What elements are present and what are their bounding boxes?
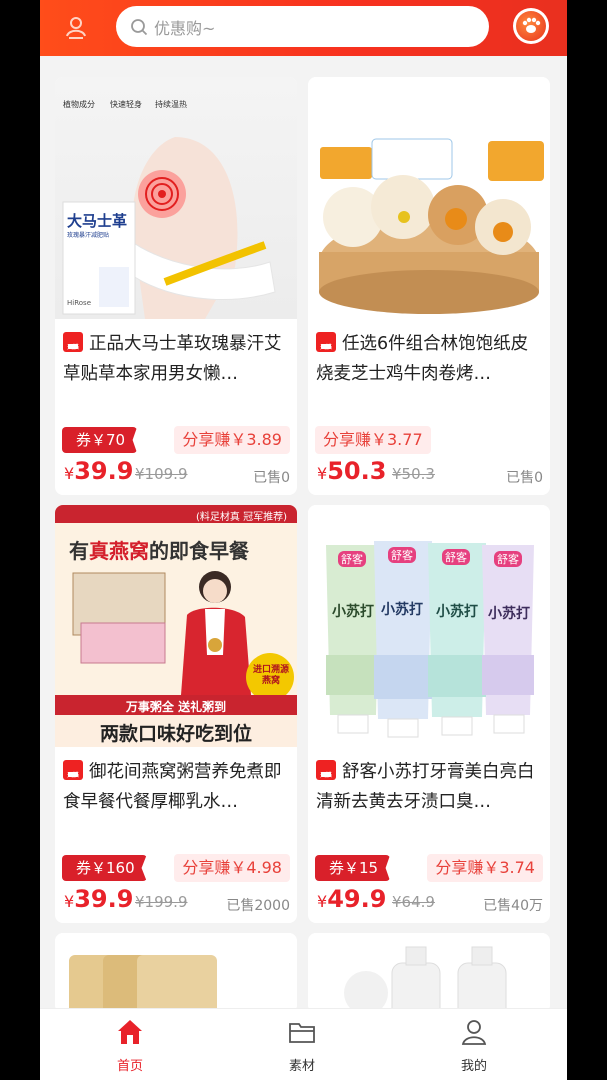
price: ¥39.9 (64, 457, 133, 485)
tube-product-name: 小苏打 (381, 602, 423, 618)
product-card[interactable]: 任选6件组合林饱饱纸皮烧麦芝士鸡牛肉卷烤… 分享赚￥3.77 ¥50.3 ¥50… (308, 77, 550, 495)
product-image: 舒客 舒客 舒客 舒客 小苏打 小苏打 小苏打 小苏打 (308, 505, 550, 747)
price-value: 50.3 (327, 457, 387, 485)
sold-count: 已售2000 (226, 898, 290, 914)
tmall-badge-icon (316, 332, 336, 363)
product-card-partial[interactable] (308, 933, 550, 1008)
product-title: 御花间燕窝粥营养免煮即食早餐代餐厚椰乳水… (63, 757, 289, 817)
product-image (55, 933, 297, 1008)
currency-symbol: ¥ (64, 892, 75, 911)
product-title-text: 舒客小苏打牙膏美白亮白清新去黄去牙渍口臭… (316, 762, 535, 812)
product-image: 植物成分 快速轻身 持续温热 大马士革 玫瑰暴汗减肥贴 HiRose (55, 77, 297, 319)
tube-product-name: 小苏打 (488, 606, 530, 622)
share-earn-badge[interactable]: 分享赚￥3.77 (315, 426, 431, 454)
price-value: 49.9 (327, 885, 387, 913)
top-header: 优惠购~ (40, 0, 567, 56)
user-center-button[interactable] (61, 12, 91, 42)
product-title: 任选6件组合林饱饱纸皮烧麦芝士鸡牛肉卷烤… (316, 329, 542, 389)
original-price: ¥64.9 (392, 893, 435, 911)
sold-count: 已售40万 (483, 898, 543, 914)
currency-symbol: ¥ (64, 464, 75, 483)
tab-profile[interactable]: 我的 (434, 1017, 514, 1077)
image-bottom-text: 两款口味好吃到位 (99, 723, 252, 745)
currency-symbol: ¥ (317, 892, 328, 911)
product-image (308, 77, 550, 319)
price: ¥50.3 (317, 457, 386, 485)
price-value: 39.9 (74, 457, 134, 485)
price-value: 39.9 (74, 885, 134, 913)
product-card-partial[interactable] (55, 933, 297, 1008)
tab-home[interactable]: 首页 (90, 1017, 170, 1077)
product-card[interactable]: 舒客 舒客 舒客 舒客 小苏打 小苏打 小苏打 小苏打 舒客小苏打牙膏美白亮白清… (308, 505, 550, 923)
tube-brand: 舒客 (442, 549, 470, 565)
tube-product-name: 小苏打 (436, 604, 478, 620)
person-icon (461, 1020, 487, 1045)
search-placeholder: 优惠购~ (154, 18, 216, 38)
app-screen: 优惠购~ 植物成分 快速轻身 持续温热 大马士革 玫瑰暴汗减肥贴 HiRose … (40, 0, 567, 1080)
home-icon (118, 1020, 142, 1044)
product-title: 舒客小苏打牙膏美白亮白清新去黄去牙渍口臭… (316, 757, 542, 817)
coupon-badge[interactable]: 券￥15 (315, 855, 391, 881)
feature-label: 持续温热 (155, 100, 187, 109)
box-brand: HiRose (67, 299, 91, 307)
share-earn-badge[interactable]: 分享赚￥3.89 (174, 426, 290, 454)
original-price: ¥50.3 (392, 465, 435, 483)
tmall-badge-icon (316, 760, 336, 791)
tube-brand: 舒客 (338, 551, 366, 567)
tmall-badge-icon (63, 760, 83, 791)
folder-icon (289, 1023, 315, 1043)
tab-label: 素材 (288, 1059, 315, 1074)
tube-brand: 舒客 (494, 551, 522, 567)
product-feed[interactable]: 植物成分 快速轻身 持续温热 大马士革 玫瑰暴汗减肥贴 HiRose 正品大马士… (40, 56, 567, 1008)
tube-product-name: 小苏打 (332, 604, 374, 620)
product-card[interactable]: 植物成分 快速轻身 持续温热 大马士革 玫瑰暴汗减肥贴 HiRose 正品大马士… (55, 77, 297, 495)
box-title: 大马士革 (67, 212, 128, 230)
coupon-badge[interactable]: 券￥160 (62, 855, 147, 881)
feature-label: 植物成分 (63, 100, 95, 109)
coupon-badge[interactable]: 券￥70 (62, 427, 138, 453)
tube-brand: 舒客 (388, 547, 416, 563)
product-title-text: 御花间燕窝粥营养免煮即食早餐代餐厚椰乳水… (63, 762, 282, 812)
sold-count: 已售0 (506, 470, 543, 486)
original-price: ¥199.9 (135, 893, 188, 911)
tab-label: 我的 (460, 1059, 487, 1074)
box-subtitle: 玫瑰暴汗减肥贴 (67, 232, 110, 239)
image-ribbon-text: 万事粥全 送礼粥到 (125, 700, 227, 714)
share-earn-badge[interactable]: 分享赚￥4.98 (174, 854, 290, 882)
bottom-tab-bar: 首页 素材 我的 (40, 1008, 567, 1080)
product-title-text: 任选6件组合林饱饱纸皮烧麦芝士鸡牛肉卷烤… (316, 334, 529, 384)
app-logo-button[interactable] (513, 8, 549, 44)
product-title-text: 正品大马士革玫瑰暴汗艾草贴草本家用男女懒… (63, 334, 282, 384)
feature-label: 快速轻身 (110, 100, 142, 109)
search-icon (131, 18, 148, 35)
product-card[interactable]: (料足材真 冠军推荐) 有真燕窝的即食早餐 进口溯源 燕窝 万事粥全 送礼粥到 … (55, 505, 297, 923)
price: ¥49.9 (317, 885, 386, 913)
user-icon (66, 17, 86, 39)
tab-materials[interactable]: 素材 (262, 1017, 342, 1077)
image-badge-text: 进口溯源 燕窝 (252, 665, 289, 686)
product-image: (料足材真 冠军推荐) 有真燕窝的即食早餐 进口溯源 燕窝 万事粥全 送礼粥到 … (55, 505, 297, 747)
sold-count: 已售0 (253, 470, 290, 486)
currency-symbol: ¥ (317, 464, 328, 483)
price: ¥39.9 (64, 885, 133, 913)
product-title: 正品大马士革玫瑰暴汗艾草贴草本家用男女懒… (63, 329, 289, 389)
tmall-badge-icon (63, 332, 83, 363)
share-earn-badge[interactable]: 分享赚￥3.74 (427, 854, 543, 882)
tab-label: 首页 (116, 1059, 143, 1074)
paw-logo-icon (516, 11, 546, 41)
search-bar[interactable]: 优惠购~ (116, 6, 489, 47)
product-image (308, 933, 550, 1008)
original-price: ¥109.9 (135, 465, 188, 483)
